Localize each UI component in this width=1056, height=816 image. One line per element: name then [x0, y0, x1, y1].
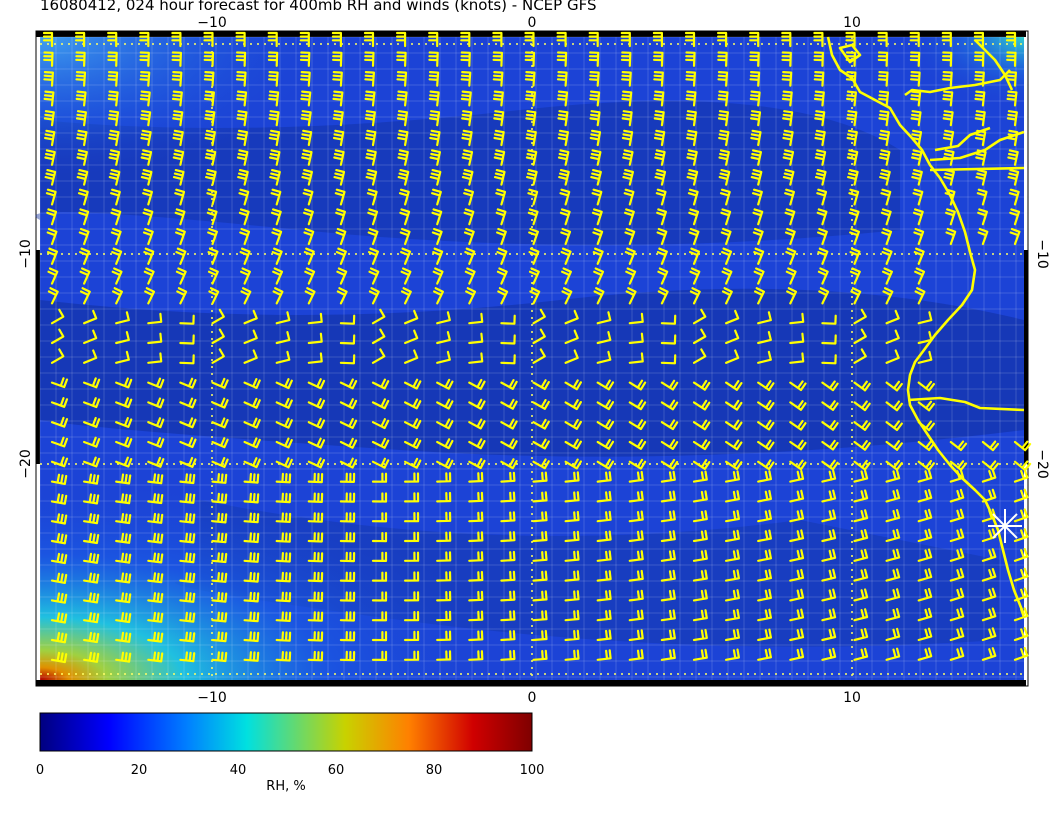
x-tick-bottom-2: 0	[528, 690, 537, 706]
colorbar-tick-0: 0	[36, 763, 44, 778]
y-tick-right-2: −20	[1034, 449, 1050, 479]
colorbar-label: RH, %	[266, 779, 305, 794]
colorbar-tick-100: 100	[520, 763, 545, 778]
x-tick-top-2: 0	[528, 15, 537, 31]
y-tick-left-2: −20	[18, 449, 34, 479]
colorbar-tick-40: 40	[230, 763, 247, 778]
colorbar-tick-20: 20	[131, 763, 148, 778]
x-tick-bottom-1: −10	[197, 690, 227, 706]
x-tick-bottom-3: 10	[843, 690, 861, 706]
x-tick-top-1: −10	[197, 15, 227, 31]
colorbar	[39, 712, 533, 752]
map-frame-bottom	[36, 680, 1026, 686]
y-tick-left-1: −10	[18, 239, 34, 269]
map-figure: −10 0 10 −10 0 10 −10 −20 −10 −20 0 20 4…	[18, 15, 1050, 794]
colorbar-tick-80: 80	[426, 763, 443, 778]
y-tick-right-1: −10	[1034, 239, 1050, 269]
x-tick-top-3: 10	[843, 15, 861, 31]
station-marker	[988, 509, 1022, 543]
colorbar-ticks: 0 20 40 60 80 100 RH, %	[36, 763, 545, 794]
colorbar-tick-60: 60	[328, 763, 345, 778]
